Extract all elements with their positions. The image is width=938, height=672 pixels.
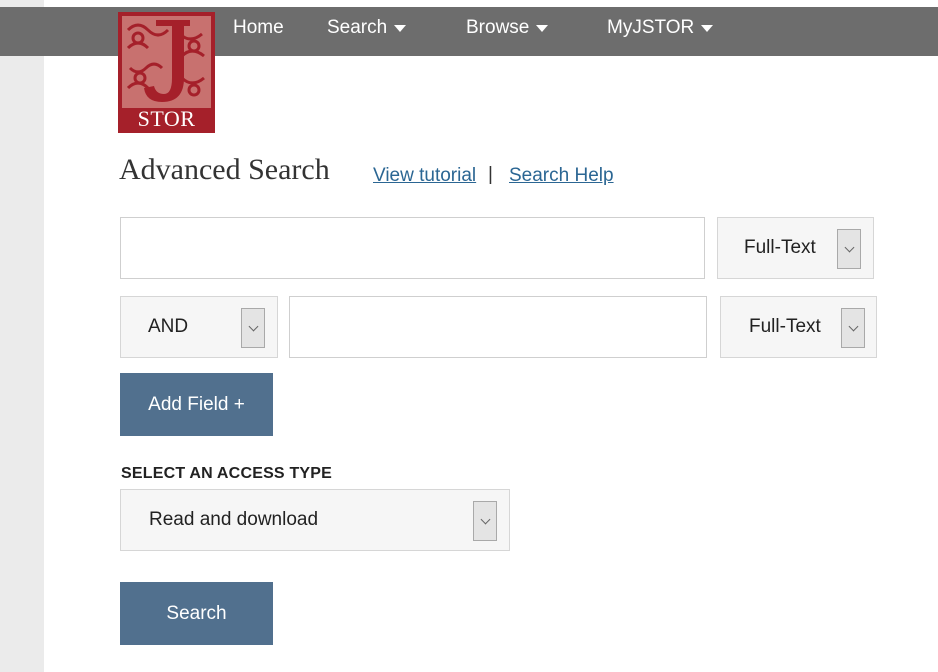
search-term-input-2[interactable] [289,296,707,358]
search-term-input-1[interactable] [120,217,705,279]
nav-home[interactable]: Home [233,17,284,39]
add-field-button[interactable]: Add Field + [120,373,273,436]
search-help-link[interactable]: Search Help [509,165,614,187]
logo-text: STOR [137,106,196,131]
access-type-label: SELECT AN ACCESS TYPE [121,465,333,482]
operator-select[interactable]: AND [120,296,278,358]
access-type-select[interactable]: Read and download [120,489,510,551]
access-type-value: Read and download [149,509,319,530]
operator-select-value: AND [148,316,189,337]
caret-down-icon [536,24,549,32]
logo-ornament-icon [122,16,211,108]
field-select-1-value: Full-Text [744,237,816,258]
field-select-2[interactable]: Full-Text [720,296,877,358]
nav-home-label: Home [233,17,284,38]
nav-myjstor[interactable]: MyJSTOR [607,17,714,39]
view-tutorial-link[interactable]: View tutorial [373,165,476,187]
jstor-logo[interactable]: STOR [118,12,215,133]
nav-browse[interactable]: Browse [466,17,549,39]
caret-down-icon [394,24,407,32]
chevron-down-icon[interactable] [837,229,861,269]
page-title: Advanced Search [119,153,330,186]
nav-search-label: Search [327,17,388,38]
chevron-down-icon[interactable] [241,308,265,348]
chevron-down-icon[interactable] [841,308,865,348]
link-separator: | [488,164,493,185]
left-rail [0,0,44,672]
field-select-1[interactable]: Full-Text [717,217,874,279]
nav-search[interactable]: Search [327,17,407,39]
caret-down-icon [701,24,714,32]
chevron-down-icon[interactable] [473,501,497,541]
nav-browse-label: Browse [466,17,530,38]
search-button[interactable]: Search [120,582,273,645]
field-select-2-value: Full-Text [749,316,821,337]
nav-myjstor-label: MyJSTOR [607,17,695,38]
